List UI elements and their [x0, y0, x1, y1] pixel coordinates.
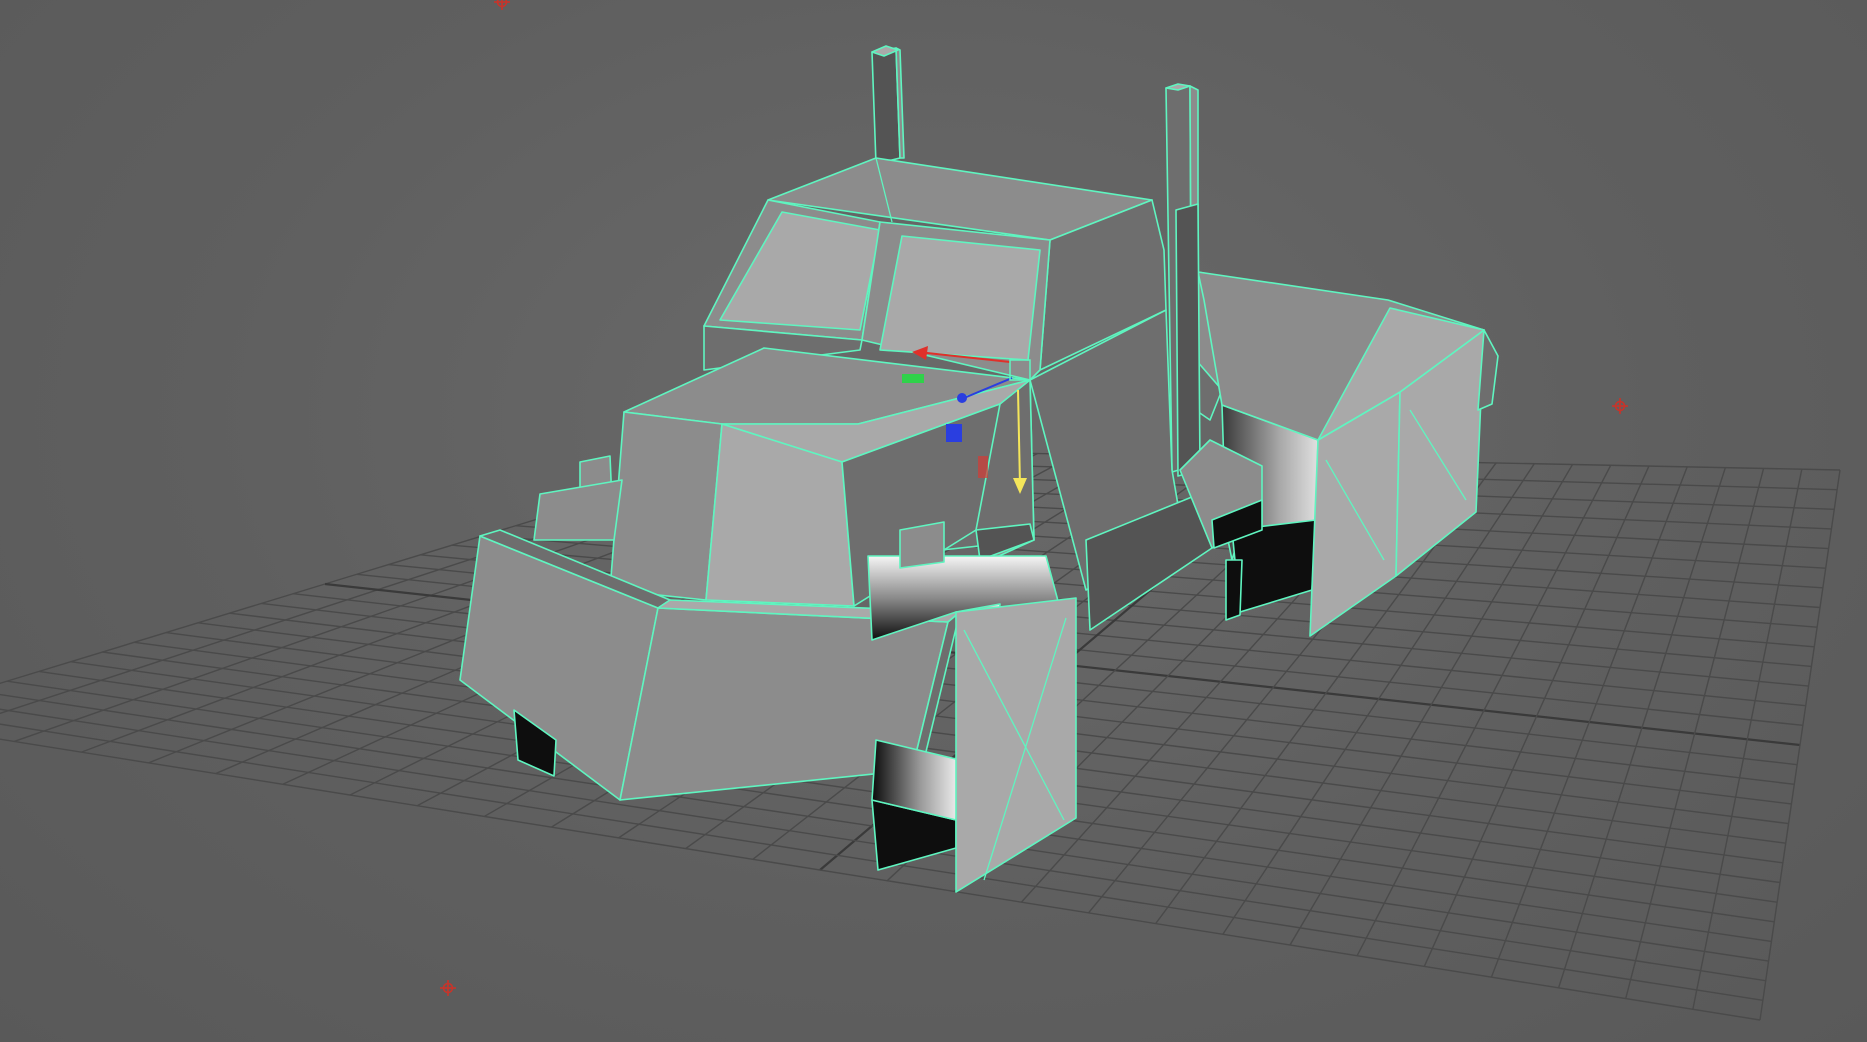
grid-line [1692, 469, 1803, 1010]
exhaust-stack-left[interactable] [871, 45, 905, 165]
grid-line [1557, 467, 1727, 989]
locator-cross-icon[interactable] [440, 980, 456, 996]
exhaust-stack-right[interactable] [1165, 83, 1201, 477]
grid-line [1759, 469, 1841, 1021]
side-step[interactable] [533, 455, 623, 541]
locator-cross-icon[interactable] [494, 0, 510, 10]
grid-line [1625, 468, 1765, 999]
locator-cross-icon[interactable] [1612, 398, 1628, 414]
grid-line [1423, 465, 1650, 967]
viewport-perspective[interactable] [0, 0, 1867, 1042]
grid-line [1490, 466, 1688, 978]
truck-cab-model[interactable] [459, 45, 1499, 893]
front-mudflap[interactable] [955, 597, 1077, 893]
y-axis-handle[interactable] [902, 374, 924, 383]
viewport-canvas[interactable] [0, 0, 1867, 1042]
